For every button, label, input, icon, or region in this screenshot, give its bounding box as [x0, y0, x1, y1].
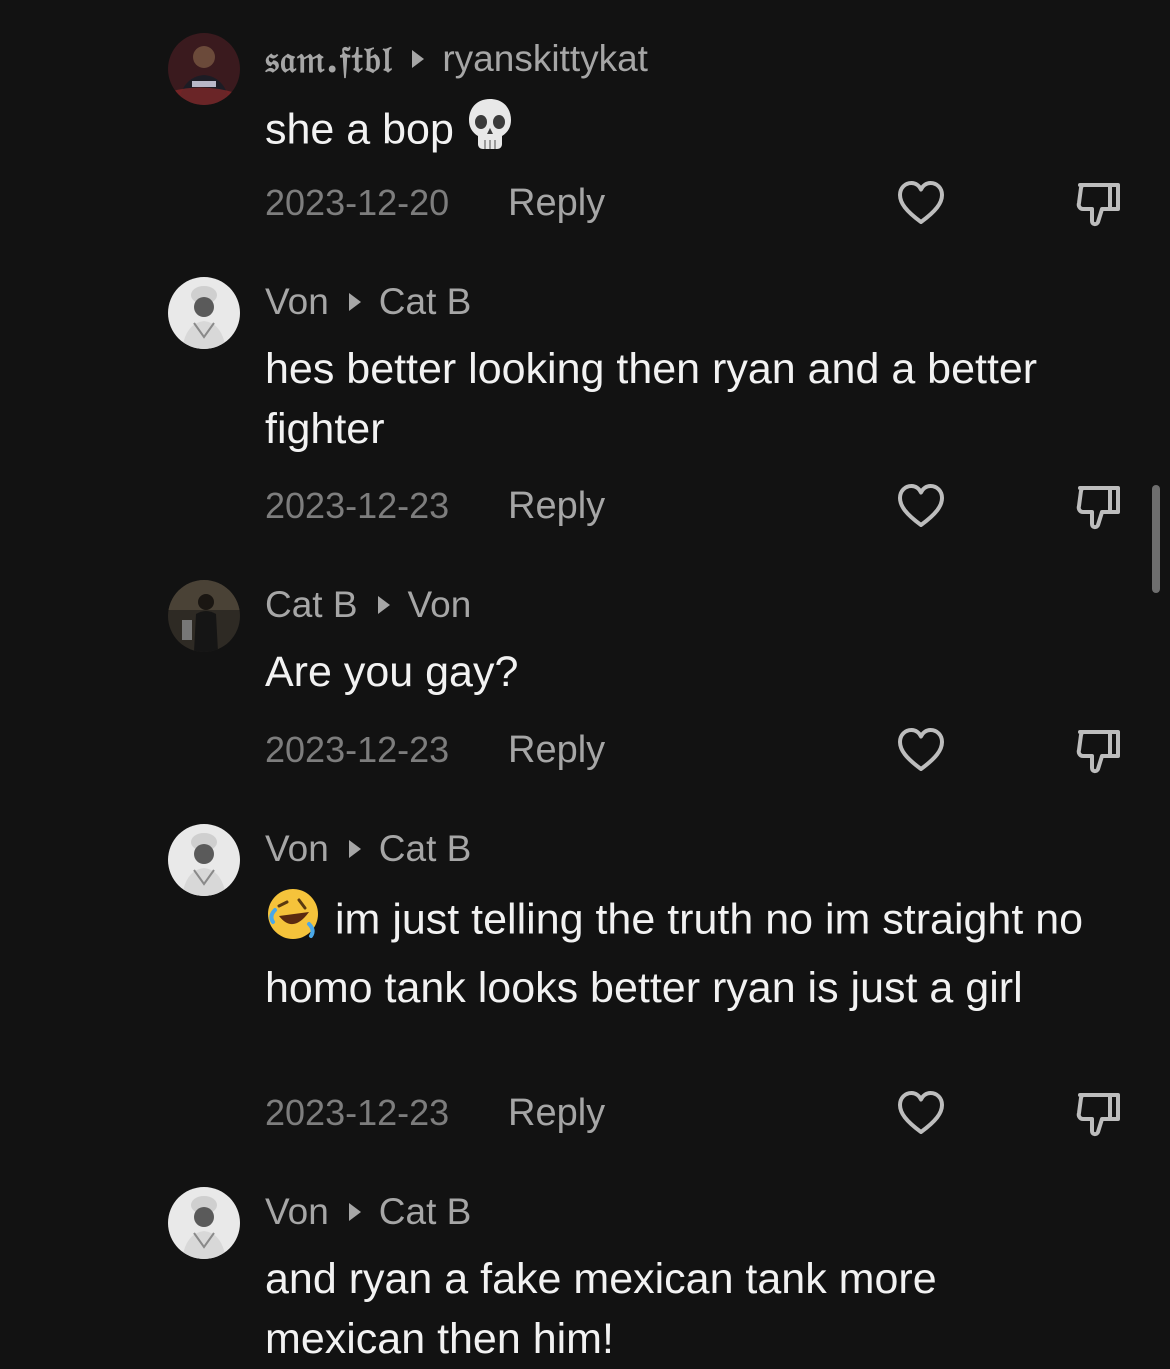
comment-header: Von Cat B [265, 827, 471, 871]
avatar[interactable] [168, 33, 240, 105]
dislike-button[interactable] [1074, 1090, 1124, 1140]
thumbs-down-icon [1076, 486, 1120, 530]
author-name[interactable]: Cat B [265, 583, 358, 627]
grayscale-portrait-avatar [168, 277, 240, 349]
grayscale-portrait-avatar [168, 824, 240, 896]
reply-arrow-icon [348, 840, 361, 858]
heart-icon [898, 728, 944, 771]
thumbs-down-icon [1076, 1093, 1120, 1137]
reply-to-name[interactable]: ryanskittykat [442, 37, 648, 81]
comment-text: im just telling the truth no im straight… [265, 886, 1145, 1018]
reply-button[interactable]: Reply [508, 484, 605, 528]
reply-arrow-icon [348, 1203, 361, 1221]
avatar[interactable] [168, 580, 240, 652]
like-button[interactable] [896, 180, 946, 226]
like-button[interactable] [896, 1090, 946, 1136]
thumbs-down-icon [1076, 730, 1120, 774]
like-button[interactable] [896, 727, 946, 773]
heart-icon [898, 484, 944, 527]
reply-arrow-icon [377, 596, 390, 614]
reply-button[interactable]: Reply [508, 181, 605, 225]
reply-to-name[interactable]: Von [408, 583, 472, 627]
avatar[interactable] [168, 277, 240, 349]
author-name[interactable]: Von [265, 280, 329, 324]
reply-arrow-icon [348, 293, 361, 311]
comment-header: Von Cat B [265, 280, 471, 324]
rolling-laughing-emoji-icon [265, 886, 321, 958]
avatar[interactable] [168, 1187, 240, 1259]
thumbs-down-icon [1076, 183, 1120, 227]
comment-text: she a bop [265, 96, 1145, 168]
like-button[interactable] [896, 483, 946, 529]
grayscale-portrait-avatar [168, 1187, 240, 1259]
comment-text: and ryan a fake mexican tank more mexica… [265, 1255, 937, 1363]
avatar[interactable] [168, 824, 240, 896]
comment-date: 2023-12-23 [265, 729, 450, 770]
comment-date: 2023-12-23 [265, 485, 450, 526]
comment-text: Are you gay? [265, 648, 519, 696]
comment-text-content: she a bop [265, 105, 454, 154]
reply-to-name[interactable]: Cat B [379, 827, 472, 871]
comment-text: hes better looking then ryan and a bette… [265, 345, 1038, 453]
dislike-button[interactable] [1074, 483, 1124, 533]
reply-to-name[interactable]: Cat B [379, 1190, 472, 1234]
author-name[interactable]: Von [265, 827, 329, 871]
heart-icon [898, 181, 944, 224]
comment-header: Cat B Von [265, 583, 471, 627]
comment-date: 2023-12-20 [265, 182, 450, 223]
author-name[interactable]: Von [265, 1190, 329, 1234]
heart-icon [898, 1091, 944, 1134]
mirror-selfie-avatar [168, 580, 240, 652]
dislike-button[interactable] [1074, 727, 1124, 777]
author-name[interactable]: 𝔰𝔞𝔪.𝔣𝔱𝔟𝔩 [265, 37, 392, 81]
soccer-player-avatar [168, 33, 240, 105]
comment-header: Von Cat B [265, 1190, 471, 1234]
reply-button[interactable]: Reply [508, 728, 605, 772]
skull-emoji-icon [466, 96, 514, 168]
reply-to-name[interactable]: Cat B [379, 280, 472, 324]
comment-header: 𝔰𝔞𝔪.𝔣𝔱𝔟𝔩 ryanskittykat [265, 37, 648, 81]
comment-date: 2023-12-23 [265, 1092, 450, 1133]
comment-text-content: im just telling the truth no im straight… [265, 895, 1084, 1012]
reply-button[interactable]: Reply [508, 1091, 605, 1135]
scrollbar[interactable] [1152, 485, 1160, 593]
reply-arrow-icon [412, 50, 425, 68]
dislike-button[interactable] [1074, 180, 1124, 230]
